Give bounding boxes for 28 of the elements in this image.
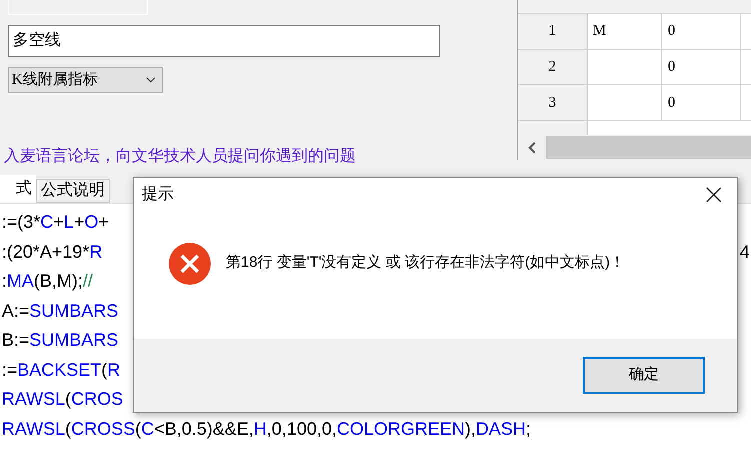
code-line: RAWSL(CROSS(C<B,0.5)&&E,H,0,100,0,COLORGREEN),DASH; <box>2 418 532 441</box>
error-icon <box>168 242 212 286</box>
tab[interactable]: 公式说明 <box>36 179 110 203</box>
forum-link[interactable]: 入麦语言论坛，向文华技术人员提问你遇到的问题 <box>4 148 356 165</box>
table-cell: 0 <box>662 14 741 49</box>
code-line: B:=SUMBARS <box>2 329 119 352</box>
ok-button[interactable]: 确定 <box>583 357 705 394</box>
table-cell <box>741 14 751 49</box>
chevron-down-icon <box>146 77 156 83</box>
code-line: A:=SUMBARS <box>2 300 119 323</box>
table-cell <box>741 85 751 120</box>
close-icon <box>706 187 722 203</box>
table-cell <box>741 50 751 84</box>
error-message: 第18行 变量'T'没有定义 或 该行存在非法字符(如中文标点)！ <box>226 253 626 274</box>
code-line: :MA(B,M);// <box>2 270 94 294</box>
name-field[interactable]: 多空线 <box>8 25 440 57</box>
code-line: RAWSL(CROS <box>2 388 124 412</box>
code-fragment: 4 <box>740 240 750 264</box>
tab[interactable]: 式 <box>0 175 36 203</box>
code-line: :=(3*C+L+O+ <box>2 211 110 234</box>
type-select[interactable]: K线附属指标 <box>8 67 163 93</box>
code-line: :=BACKSET(R <box>2 358 121 382</box>
code-line: :(20*A+19*R <box>2 240 103 264</box>
chevron-left-icon[interactable] <box>528 142 536 154</box>
dialog-title: 提示 <box>142 185 174 205</box>
table-cell: M <box>588 14 662 49</box>
table-cell: 0 <box>662 50 741 84</box>
table-cell: 0 <box>662 85 741 120</box>
